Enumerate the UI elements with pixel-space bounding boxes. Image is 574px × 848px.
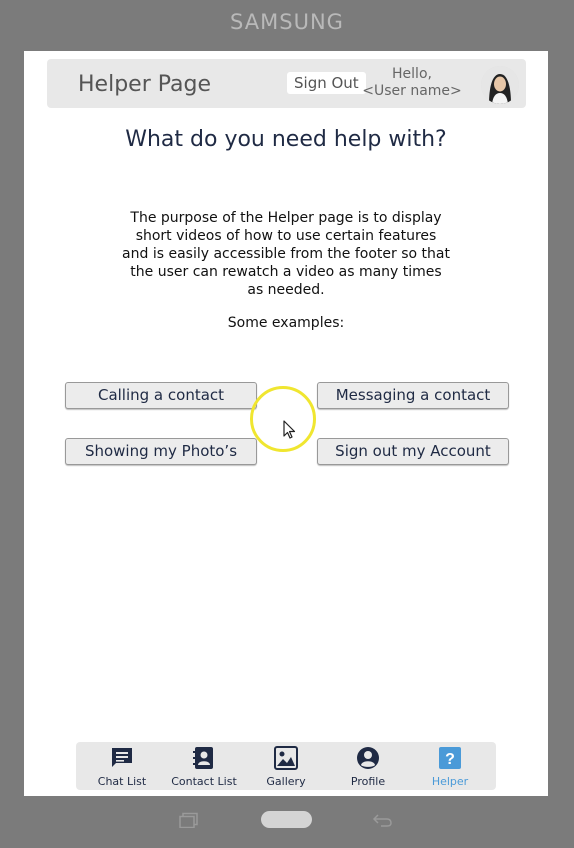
user-photo-icon (481, 66, 519, 104)
helper-description: The purpose of the Helper page is to dis… (122, 210, 450, 298)
nav-label-profile: Profile (350, 775, 386, 788)
calling-contact-button[interactable]: Calling a contact (65, 382, 257, 409)
chat-icon (112, 748, 132, 767)
nav-item-contact-list[interactable]: Contact List (163, 742, 245, 790)
examples-label: Some examples: (227, 315, 345, 331)
mouse-pointer-icon (283, 420, 296, 439)
cursor-highlight-ring (250, 386, 316, 452)
nav-item-helper[interactable]: ? Helper (409, 742, 491, 790)
messaging-contact-button[interactable]: Messaging a contact (317, 382, 509, 409)
back-icon[interactable] (372, 812, 394, 828)
help-icon: ? (439, 747, 461, 769)
greeting-hello: Hello, (392, 66, 432, 82)
sign-out-button[interactable]: Sign Out (287, 72, 366, 94)
contacts-icon (193, 747, 213, 769)
page-title: Helper Page (78, 72, 211, 97)
help-heading: What do you need help with? (125, 127, 447, 152)
user-greeting: Hello, <User name> (362, 66, 462, 100)
home-button[interactable] (261, 811, 312, 828)
recent-apps-icon[interactable] (178, 812, 200, 828)
greeting-username: <User name> (362, 83, 462, 99)
app-screen: Helper Page Sign Out Hello, <User name> … (24, 51, 548, 796)
nav-label-gallery: Gallery (266, 775, 306, 788)
sign-out-account-button[interactable]: Sign out my Account (317, 438, 509, 465)
nav-item-profile[interactable]: Profile (327, 742, 409, 790)
nav-label-contact-list: Contact List (171, 775, 237, 788)
footer-nav: Chat List Contact List Gallery Profile ?… (76, 742, 496, 790)
svg-text:?: ? (445, 751, 455, 768)
avatar[interactable] (481, 66, 519, 104)
gallery-icon (274, 746, 298, 770)
header-bar: Helper Page Sign Out Hello, <User name> (47, 59, 526, 108)
profile-icon (357, 747, 379, 769)
showing-photos-button[interactable]: Showing my Photo’s (65, 438, 257, 465)
device-brand: SAMSUNG (230, 10, 344, 34)
nav-item-chat-list[interactable]: Chat List (81, 742, 163, 790)
nav-label-chat-list: Chat List (97, 775, 147, 788)
nav-label-helper: Helper (431, 775, 469, 788)
nav-item-gallery[interactable]: Gallery (245, 742, 327, 790)
